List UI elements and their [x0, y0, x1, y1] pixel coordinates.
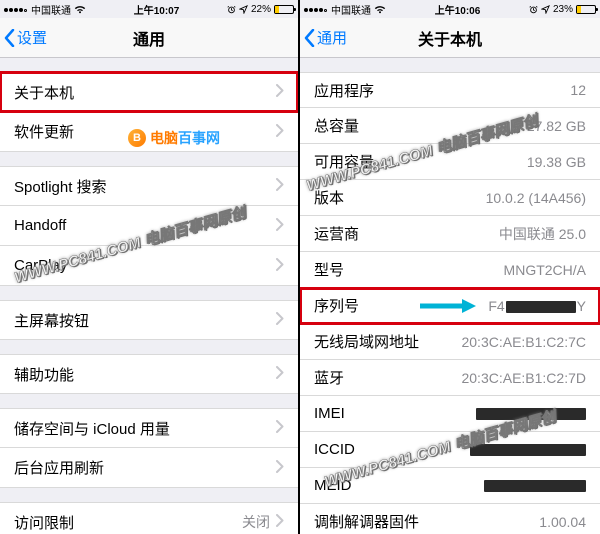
redacted-value [484, 480, 586, 492]
row-value: 10.0.2 (14A456) [486, 190, 586, 206]
info-row: 型号 MNGT2CH/A [300, 252, 600, 288]
location-icon [239, 5, 248, 14]
row-value: 12 [570, 82, 586, 98]
location-icon [541, 5, 550, 14]
nav-title: 通用 [0, 26, 298, 50]
logo-icon: B [128, 129, 146, 147]
list-row[interactable]: 访问限制 关闭 [0, 502, 298, 534]
nav-title: 关于本机 [300, 26, 600, 50]
row-label: 调制解调器固件 [314, 511, 419, 532]
info-row: 序列号 F4Y [300, 288, 600, 324]
row-label: IMEI [314, 405, 345, 422]
chevron-right-icon [276, 178, 284, 191]
signal-dots [4, 4, 28, 15]
chevron-right-icon [276, 84, 284, 97]
chevron-right-icon [276, 312, 284, 325]
row-label: 总容量 [314, 115, 359, 136]
list-row[interactable]: Spotlight 搜索 [0, 166, 298, 206]
watermark-logo: B 电脑百事网 [128, 128, 220, 148]
status-time: 上午10:07 [134, 2, 180, 17]
row-label: 关于本机 [14, 82, 74, 103]
signal-dots [304, 4, 328, 15]
list-row[interactable]: 后台应用刷新 [0, 448, 298, 488]
left-pane: 中国联通 上午10:07 22% 设置 通用 关于本机软件更新 Spotlight… [0, 0, 300, 534]
row-label: 储存空间与 iCloud 用量 [14, 418, 170, 439]
row-label: 运营商 [314, 223, 359, 244]
battery-icon [576, 5, 596, 14]
list-row[interactable]: 关于本机 [0, 72, 298, 112]
battery-pct: 22% [251, 4, 271, 15]
row-value: 1.00.04 [539, 514, 586, 530]
list-row[interactable]: 主屏幕按钮 [0, 300, 298, 340]
row-label: 后台应用刷新 [14, 457, 104, 478]
chevron-right-icon [276, 460, 284, 473]
row-label: 应用程序 [314, 80, 374, 101]
row-value: 20:3C:AE:B1:C2:7D [461, 370, 586, 386]
row-label: CarPlay [14, 257, 67, 274]
battery-icon [274, 5, 294, 14]
info-row: MEID [300, 468, 600, 504]
row-label: 序列号 [314, 295, 359, 316]
redacted-value [476, 408, 586, 420]
chevron-right-icon [276, 420, 284, 433]
row-value: 19.38 GB [527, 154, 586, 170]
info-row: ICCID [300, 432, 600, 468]
row-value: F4Y [488, 298, 586, 314]
info-row: 蓝牙 20:3C:AE:B1:C2:7D [300, 360, 600, 396]
chevron-right-icon [276, 124, 284, 137]
row-label: 辅助功能 [14, 364, 74, 385]
carrier-label: 中国联通 [331, 2, 371, 17]
list-row[interactable]: CarPlay [0, 246, 298, 286]
wifi-icon [74, 5, 86, 14]
row-label: 无线局域网地址 [314, 331, 419, 352]
row-label: 型号 [314, 259, 344, 280]
info-row: 运营商 中国联通 25.0 [300, 216, 600, 252]
info-row: 无线局域网地址 20:3C:AE:B1:C2:7C [300, 324, 600, 360]
status-bar: 中国联通 上午10:06 23% [300, 0, 600, 18]
row-label: 蓝牙 [314, 367, 344, 388]
alarm-icon [529, 5, 538, 14]
alarm-icon [227, 5, 236, 14]
carrier-label: 中国联通 [31, 2, 71, 17]
status-time: 上午10:06 [435, 2, 481, 17]
info-row: 可用容量 19.38 GB [300, 144, 600, 180]
list-row[interactable]: 储存空间与 iCloud 用量 [0, 408, 298, 448]
redacted-value [470, 444, 586, 456]
battery-pct: 23% [553, 4, 573, 15]
row-label: MEID [314, 477, 352, 494]
wifi-icon [374, 5, 386, 14]
row-value: 20:3C:AE:B1:C2:7C [461, 334, 586, 350]
row-label: 可用容量 [314, 151, 374, 172]
nav-bar: 设置 通用 [0, 18, 298, 58]
row-label: Spotlight 搜索 [14, 176, 107, 197]
chevron-right-icon [276, 366, 284, 379]
row-label: ICCID [314, 441, 355, 458]
row-value: MNGT2CH/A [504, 262, 586, 278]
about-list: 应用程序 12 总容量 27.82 GB 可用容量 19.38 GB 版本 10.0.2 (1… [300, 72, 600, 534]
info-row: 应用程序 12 [300, 72, 600, 108]
list-row[interactable]: 辅助功能 [0, 354, 298, 394]
info-row: 总容量 27.82 GB [300, 108, 600, 144]
pointer-arrow-icon [418, 297, 478, 315]
chevron-right-icon [276, 258, 284, 271]
info-row: 调制解调器固件 1.00.04 [300, 504, 600, 534]
row-value: 关闭 [242, 512, 270, 532]
row-label: 软件更新 [14, 121, 74, 142]
info-row: IMEI [300, 396, 600, 432]
row-value: 27.82 GB [527, 118, 586, 134]
info-row: 版本 10.0.2 (14A456) [300, 180, 600, 216]
nav-bar: 通用 关于本机 [300, 18, 600, 58]
row-label: 访问限制 [14, 512, 74, 533]
list-row[interactable]: Handoff [0, 206, 298, 246]
chevron-right-icon [276, 218, 284, 231]
row-label: Handoff [14, 217, 66, 234]
right-pane: 中国联通 上午10:06 23% 通用 关于本机 应用程序 12 总容量 27.82 … [300, 0, 600, 534]
status-bar: 中国联通 上午10:07 22% [0, 0, 298, 18]
row-label: 主屏幕按钮 [14, 310, 89, 331]
row-label: 版本 [314, 187, 344, 208]
chevron-right-icon [276, 514, 284, 527]
row-value: 中国联通 25.0 [499, 224, 586, 244]
